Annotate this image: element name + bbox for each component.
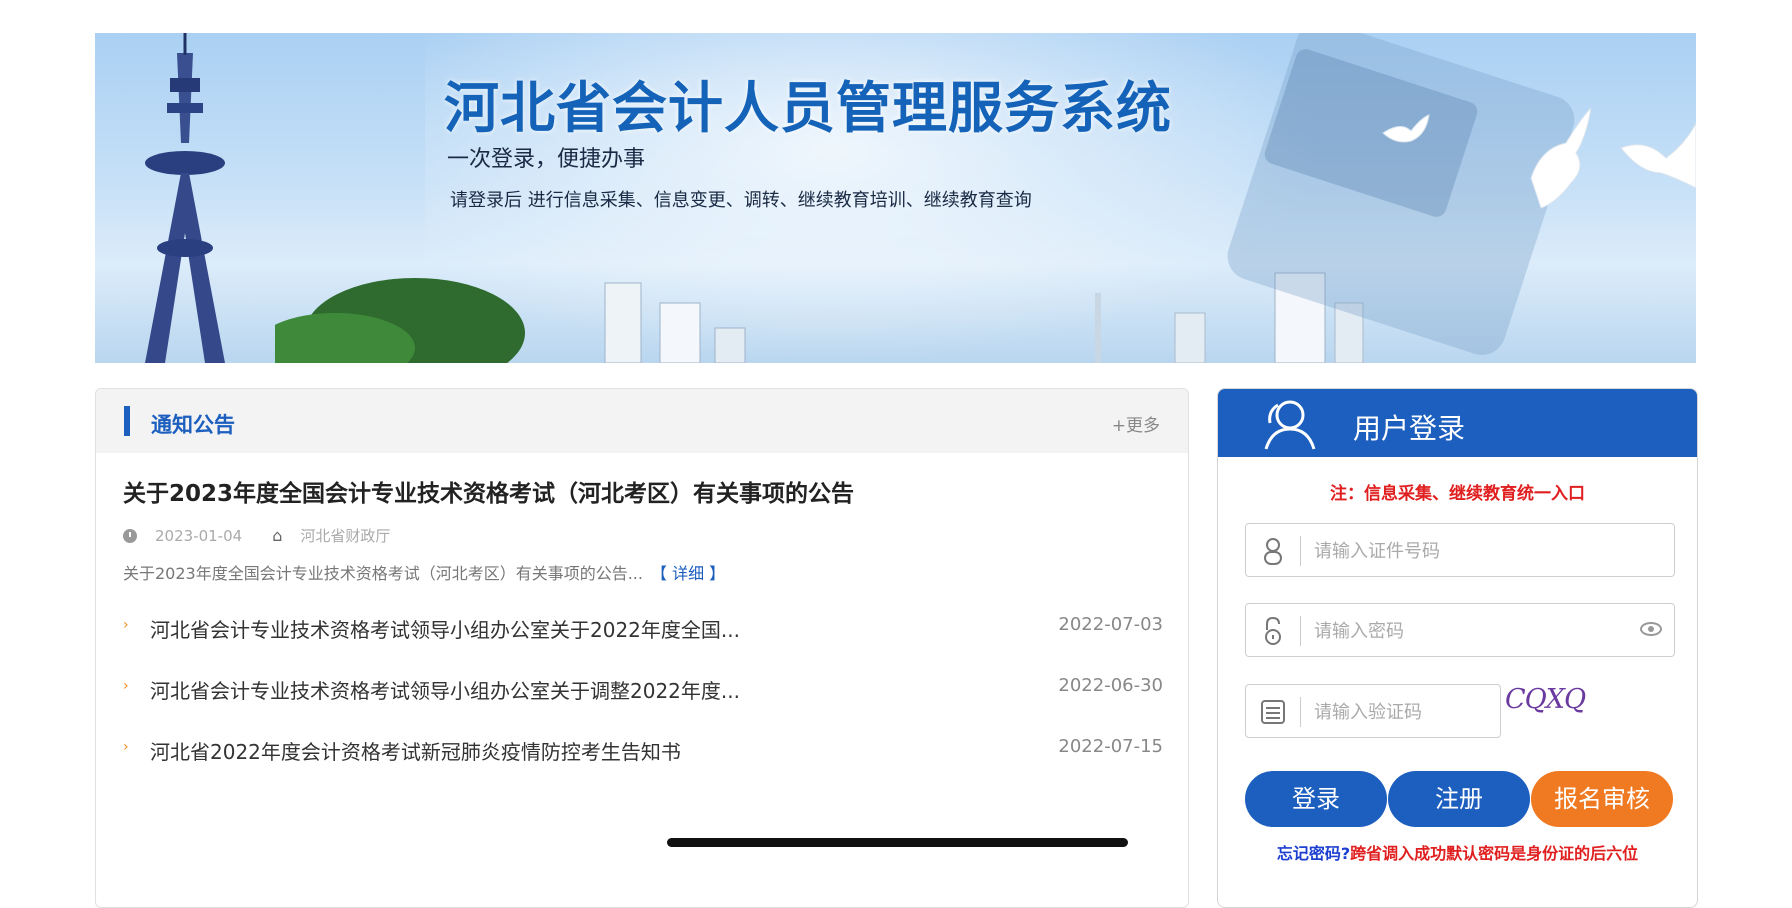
- lock-icon: [1265, 616, 1281, 645]
- registration-review-button[interactable]: 报名审核: [1531, 771, 1673, 827]
- field-separator: [1300, 616, 1301, 646]
- user-icon: [1264, 400, 1316, 450]
- featured-notice-date: 2023-01-04: [155, 526, 243, 545]
- id-number-input[interactable]: [1314, 536, 1654, 566]
- dove-illustration-small: [1382, 114, 1430, 143]
- banner-description: 请登录后 进行信息采集、信息变更、调转、继续教育培训、继续教育查询: [450, 190, 1032, 211]
- field-separator: [1300, 697, 1301, 727]
- chevron-right-icon: ›: [123, 617, 129, 633]
- list-item-title[interactable]: 河北省2022年度会计资格考试新冠肺炎疫情防控考生告知书: [150, 736, 681, 765]
- list-item[interactable]: › 河北省会计专业技术资格考试领导小组办公室关于调整2022年度... 2022…: [123, 675, 1163, 705]
- verification-code-icon: [1261, 700, 1285, 724]
- banner-subtitle: 一次登录，便捷办事: [447, 147, 646, 172]
- list-item[interactable]: › 河北省会计专业技术资格考试领导小组办公室关于2022年度全国... 2022…: [123, 614, 1163, 644]
- captcha-image[interactable]: CQXQ: [1505, 684, 1587, 724]
- captcha-field[interactable]: [1245, 684, 1501, 738]
- featured-notice-summary-text: 关于2023年度全国会计专业技术资格考试（河北考区）有关事项的公告...: [123, 564, 643, 583]
- notice-panel: 通知公告 +更多 关于2023年度全国会计专业技术资格考试（河北考区）有关事项的…: [95, 388, 1189, 908]
- list-item-date: 2022-07-15: [1058, 736, 1163, 757]
- clock-icon: [123, 528, 137, 543]
- more-link[interactable]: +更多: [1112, 411, 1160, 436]
- password-field[interactable]: [1245, 603, 1675, 657]
- chevron-right-icon: ›: [123, 739, 129, 755]
- login-panel: 用户登录 注：信息采集、继续教育统一入口 CQXQ 登录 注册 报名审核: [1217, 388, 1698, 908]
- featured-notice-source: 河北省财政厅: [300, 527, 391, 545]
- notice-header-bar: [124, 406, 130, 436]
- tv-tower-illustration: [145, 33, 225, 363]
- header-banner: 河北省会计人员管理服务系统 一次登录，便捷办事 请登录后 进行信息采集、信息变更…: [95, 33, 1696, 363]
- notice-title: 通知公告: [151, 413, 235, 437]
- list-item-date: 2022-06-30: [1058, 675, 1163, 696]
- list-item-title[interactable]: 河北省会计专业技术资格考试领导小组办公室关于调整2022年度...: [150, 675, 740, 704]
- register-button[interactable]: 注册: [1388, 771, 1530, 827]
- detail-link[interactable]: 【 详细 】: [651, 564, 725, 583]
- notice-header: 通知公告 +更多: [96, 389, 1188, 453]
- id-number-field[interactable]: [1245, 523, 1675, 577]
- home-indicator: [667, 838, 1128, 847]
- login-title: 用户登录: [1353, 412, 1466, 445]
- forgot-password-link[interactable]: 忘记密码?: [1277, 844, 1350, 863]
- default-password-hint: 跨省调入成功默认密码是身份证的后六位: [1350, 844, 1639, 863]
- login-button[interactable]: 登录: [1245, 771, 1387, 827]
- featured-notice-title[interactable]: 关于2023年度全国会计专业技术资格考试（河北考区）有关事项的公告: [123, 474, 854, 508]
- dove-illustration: [1530, 108, 1592, 209]
- list-item[interactable]: › 河北省2022年度会计资格考试新冠肺炎疫情防控考生告知书 2022-07-1…: [123, 736, 1163, 766]
- featured-notice-meta: 2023-01-04 ⌂ 河北省财政厅: [123, 525, 390, 546]
- eye-icon[interactable]: [1640, 622, 1662, 636]
- dove-illustration-right: [1620, 122, 1696, 189]
- list-item-title[interactable]: 河北省会计专业技术资格考试领导小组办公室关于2022年度全国...: [150, 614, 740, 643]
- field-separator: [1300, 536, 1301, 566]
- person-icon: [1264, 538, 1282, 565]
- featured-notice-summary: 关于2023年度全国会计专业技术资格考试（河北考区）有关事项的公告... 【 详细…: [123, 560, 725, 584]
- login-header: 用户登录: [1218, 389, 1697, 457]
- login-note: 注：信息采集、继续教育统一入口: [1330, 484, 1585, 504]
- captcha-input[interactable]: [1314, 697, 1484, 727]
- forgot-password-row: 忘记密码?跨省调入成功默认密码是身份证的后六位: [1218, 840, 1697, 864]
- password-input[interactable]: [1314, 616, 1614, 646]
- chevron-right-icon: ›: [123, 678, 129, 694]
- banner-title: 河北省会计人员管理服务系统: [444, 76, 1173, 140]
- list-item-date: 2022-07-03: [1058, 614, 1163, 635]
- home-icon: ⌂: [272, 526, 283, 545]
